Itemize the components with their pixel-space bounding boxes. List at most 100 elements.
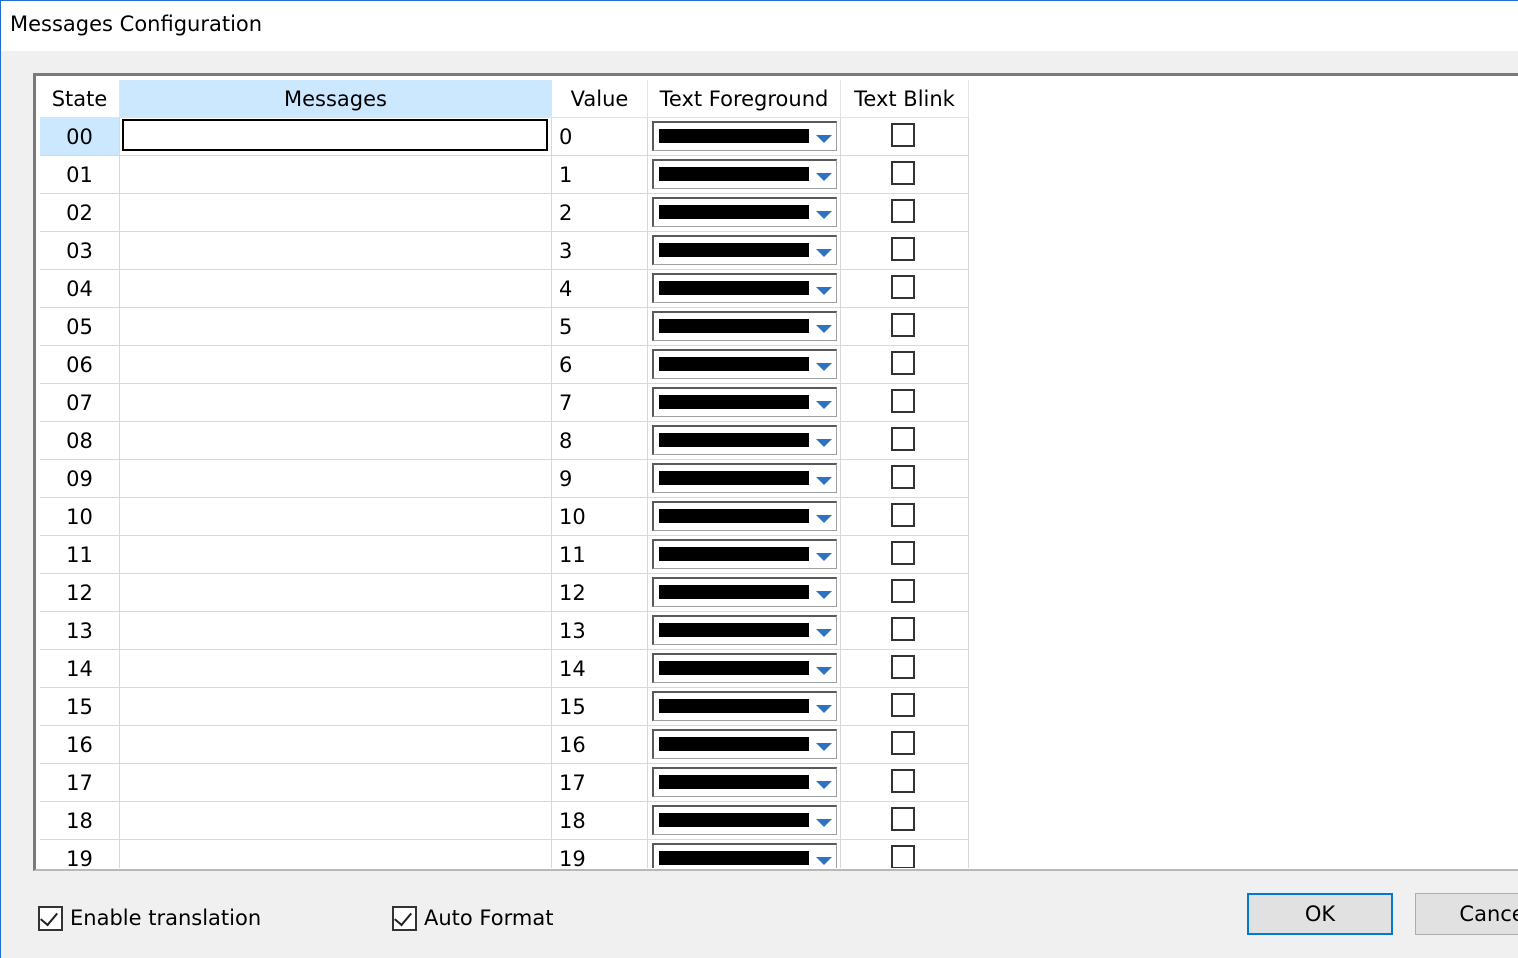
value-cell[interactable]: 2 xyxy=(552,194,648,232)
message-cell[interactable] xyxy=(120,194,552,232)
message-cell[interactable] xyxy=(120,118,552,156)
message-cell[interactable] xyxy=(120,650,552,688)
message-cell[interactable] xyxy=(120,840,552,868)
message-cell[interactable] xyxy=(120,156,552,194)
message-cell[interactable] xyxy=(120,384,552,422)
text-blink-checkbox[interactable] xyxy=(891,845,915,868)
state-cell[interactable]: 10 xyxy=(40,498,120,536)
text-foreground-dropdown[interactable] xyxy=(652,273,837,303)
value-cell[interactable]: 7 xyxy=(552,384,648,422)
text-blink-checkbox[interactable] xyxy=(891,427,915,451)
chevron-down-icon[interactable] xyxy=(816,819,832,827)
message-cell[interactable] xyxy=(120,536,552,574)
state-cell[interactable]: 03 xyxy=(40,232,120,270)
text-foreground-dropdown[interactable] xyxy=(652,311,837,341)
chevron-down-icon[interactable] xyxy=(816,363,832,371)
value-cell[interactable]: 18 xyxy=(552,802,648,840)
enable-translation-checkbox[interactable] xyxy=(38,906,63,931)
state-cell[interactable]: 18 xyxy=(40,802,120,840)
text-blink-checkbox[interactable] xyxy=(891,237,915,261)
chevron-down-icon[interactable] xyxy=(816,629,832,637)
message-cell[interactable] xyxy=(120,308,552,346)
chevron-down-icon[interactable] xyxy=(816,857,832,865)
value-cell[interactable]: 12 xyxy=(552,574,648,612)
chevron-down-icon[interactable] xyxy=(816,553,832,561)
value-cell[interactable]: 9 xyxy=(552,460,648,498)
text-foreground-dropdown[interactable] xyxy=(652,615,837,645)
text-blink-checkbox[interactable] xyxy=(891,465,915,489)
state-cell[interactable]: 06 xyxy=(40,346,120,384)
state-cell[interactable]: 14 xyxy=(40,650,120,688)
state-cell[interactable]: 11 xyxy=(40,536,120,574)
column-header-messages[interactable]: Messages xyxy=(120,80,552,118)
state-cell[interactable]: 07 xyxy=(40,384,120,422)
state-cell[interactable]: 04 xyxy=(40,270,120,308)
value-cell[interactable]: 0 xyxy=(552,118,648,156)
text-blink-checkbox[interactable] xyxy=(891,769,915,793)
text-foreground-dropdown[interactable] xyxy=(652,121,837,151)
chevron-down-icon[interactable] xyxy=(816,287,832,295)
state-cell[interactable]: 13 xyxy=(40,612,120,650)
message-cell[interactable] xyxy=(120,726,552,764)
text-foreground-dropdown[interactable] xyxy=(652,197,837,227)
state-cell[interactable]: 00 xyxy=(40,118,120,156)
text-foreground-dropdown[interactable] xyxy=(652,843,837,868)
text-foreground-dropdown[interactable] xyxy=(652,235,837,265)
enable-translation-label[interactable]: Enable translation xyxy=(70,906,261,930)
text-blink-checkbox[interactable] xyxy=(891,389,915,413)
text-foreground-dropdown[interactable] xyxy=(652,729,837,759)
column-header-value[interactable]: Value xyxy=(552,80,648,118)
message-cell[interactable] xyxy=(120,574,552,612)
value-cell[interactable]: 1 xyxy=(552,156,648,194)
text-blink-checkbox[interactable] xyxy=(891,161,915,185)
message-input[interactable] xyxy=(122,119,548,151)
chevron-down-icon[interactable] xyxy=(816,439,832,447)
text-foreground-dropdown[interactable] xyxy=(652,767,837,797)
text-blink-checkbox[interactable] xyxy=(891,199,915,223)
chevron-down-icon[interactable] xyxy=(816,249,832,257)
state-cell[interactable]: 12 xyxy=(40,574,120,612)
value-cell[interactable]: 16 xyxy=(552,726,648,764)
text-foreground-dropdown[interactable] xyxy=(652,463,837,493)
text-blink-checkbox[interactable] xyxy=(891,579,915,603)
chevron-down-icon[interactable] xyxy=(816,781,832,789)
value-cell[interactable]: 6 xyxy=(552,346,648,384)
message-cell[interactable] xyxy=(120,688,552,726)
title-bar[interactable]: Messages Configuration xyxy=(1,1,1518,51)
message-cell[interactable] xyxy=(120,764,552,802)
text-foreground-dropdown[interactable] xyxy=(652,159,837,189)
column-header-text-foreground[interactable]: Text Foreground xyxy=(648,80,841,118)
message-cell[interactable] xyxy=(120,802,552,840)
message-cell[interactable] xyxy=(120,422,552,460)
value-cell[interactable]: 8 xyxy=(552,422,648,460)
state-cell[interactable]: 01 xyxy=(40,156,120,194)
text-foreground-dropdown[interactable] xyxy=(652,501,837,531)
text-foreground-dropdown[interactable] xyxy=(652,805,837,835)
state-cell[interactable]: 02 xyxy=(40,194,120,232)
chevron-down-icon[interactable] xyxy=(816,477,832,485)
value-cell[interactable]: 11 xyxy=(552,536,648,574)
state-cell[interactable]: 08 xyxy=(40,422,120,460)
text-blink-checkbox[interactable] xyxy=(891,313,915,337)
state-cell[interactable]: 09 xyxy=(40,460,120,498)
chevron-down-icon[interactable] xyxy=(816,667,832,675)
text-foreground-dropdown[interactable] xyxy=(652,425,837,455)
auto-format-checkbox[interactable] xyxy=(392,906,417,931)
text-foreground-dropdown[interactable] xyxy=(652,653,837,683)
text-blink-checkbox[interactable] xyxy=(891,351,915,375)
state-cell[interactable]: 15 xyxy=(40,688,120,726)
value-cell[interactable]: 3 xyxy=(552,232,648,270)
value-cell[interactable]: 19 xyxy=(552,840,648,868)
text-blink-checkbox[interactable] xyxy=(891,503,915,527)
cancel-button[interactable]: Cancel xyxy=(1415,893,1518,935)
value-cell[interactable]: 15 xyxy=(552,688,648,726)
message-cell[interactable] xyxy=(120,460,552,498)
text-foreground-dropdown[interactable] xyxy=(652,691,837,721)
chevron-down-icon[interactable] xyxy=(816,325,832,333)
state-cell[interactable]: 19 xyxy=(40,840,120,868)
chevron-down-icon[interactable] xyxy=(816,401,832,409)
message-cell[interactable] xyxy=(120,346,552,384)
value-cell[interactable]: 10 xyxy=(552,498,648,536)
chevron-down-icon[interactable] xyxy=(816,705,832,713)
state-cell[interactable]: 16 xyxy=(40,726,120,764)
